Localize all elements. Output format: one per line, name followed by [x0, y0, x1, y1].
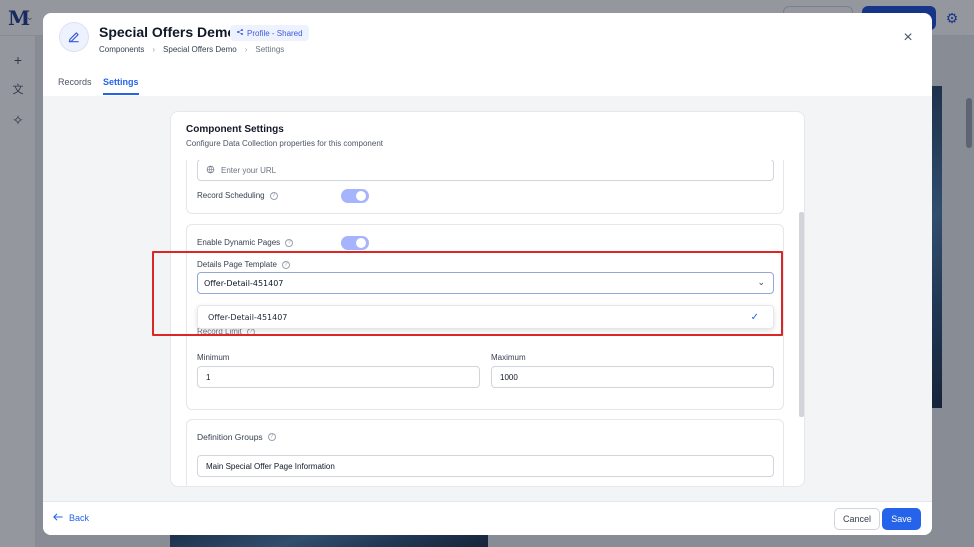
definition-groups-text: Definition Groups	[197, 432, 263, 442]
edit-icon	[59, 22, 89, 52]
dynamic-pages-label: Enable Dynamic Pages ?	[197, 238, 294, 247]
details-template-label: Details Page Template ?	[197, 260, 290, 269]
breadcrumb-item-settings: Settings	[255, 45, 285, 54]
badge-label: Profile - Shared	[247, 28, 303, 38]
help-icon[interactable]: ?	[281, 260, 290, 269]
minimum-label: Minimum	[197, 353, 230, 362]
help-icon[interactable]: ?	[269, 191, 278, 200]
definition-groups-label: Definition Groups ?	[197, 432, 276, 442]
back-label: Back	[69, 513, 90, 523]
definition-groups-section: Definition Groups ? Main Special Offer P…	[186, 419, 784, 486]
dynamic-pages-section: Enable Dynamic Pages ? Details Page Temp…	[186, 224, 784, 410]
chevron-down-icon: ⌄	[757, 278, 765, 288]
card-subtitle: Configure Data Collection properties for…	[186, 139, 383, 148]
dynamic-pages-text: Enable Dynamic Pages	[197, 238, 281, 247]
maximum-input[interactable]: 1000	[491, 366, 774, 388]
save-button[interactable]: Save	[882, 508, 921, 530]
help-icon[interactable]: ?	[267, 433, 276, 441]
settings-scroll-area: Enter your URL Record Scheduling ? Enabl…	[171, 160, 804, 486]
dropdown-option[interactable]: Offer-Detail-451407 ✓	[197, 305, 774, 329]
check-icon: ✓	[750, 312, 759, 323]
breadcrumb: Components › Special Offers Demo › Setti…	[99, 45, 284, 54]
chevron-right-icon: ›	[244, 45, 248, 54]
settings-modal: Special Offers Demo Profile - Shared Com…	[43, 13, 932, 535]
modal-body: Component Settings Configure Data Collec…	[43, 96, 932, 501]
back-button[interactable]: Back	[53, 513, 89, 523]
minimum-input[interactable]: 1	[197, 366, 480, 388]
record-scheduling-label: Record Scheduling ?	[197, 191, 278, 200]
close-icon[interactable]: ×	[901, 30, 915, 46]
toggle-knob	[356, 238, 366, 248]
chevron-right-icon: ›	[152, 45, 156, 54]
share-icon	[236, 28, 244, 38]
record-scheduling-toggle[interactable]	[341, 189, 369, 203]
url-input[interactable]: Enter your URL	[197, 160, 774, 181]
help-icon[interactable]: ?	[285, 238, 294, 247]
details-template-text: Details Page Template	[197, 260, 277, 269]
card-scrollbar[interactable]	[799, 212, 804, 417]
record-scheduling-text: Record Scheduling	[197, 191, 265, 200]
dropdown-option-label: Offer-Detail-451407	[208, 312, 288, 322]
component-settings-card: Component Settings Configure Data Collec…	[170, 111, 805, 487]
modal-footer: Back Cancel Save	[43, 501, 932, 535]
breadcrumb-item-component[interactable]: Special Offers Demo	[163, 45, 237, 54]
details-template-select[interactable]: Offer-Detail-451407 ⌄	[197, 272, 774, 294]
card-title: Component Settings	[186, 124, 284, 135]
scheduling-section: Enter your URL Record Scheduling ?	[186, 160, 784, 214]
url-placeholder: Enter your URL	[221, 165, 277, 175]
details-template-value: Offer-Detail-451407	[204, 278, 284, 288]
tab-settings[interactable]: Settings	[103, 77, 139, 95]
maximum-label: Maximum	[491, 353, 526, 362]
tab-records[interactable]: Records	[58, 77, 92, 93]
toggle-knob	[356, 191, 366, 201]
status-badge: Profile - Shared	[230, 25, 309, 41]
breadcrumb-item-components[interactable]: Components	[99, 45, 144, 54]
globe-icon	[206, 165, 215, 176]
tab-bar: Records Settings	[43, 71, 932, 97]
page-title: Special Offers Demo	[99, 24, 236, 40]
arrow-left-icon	[53, 513, 63, 523]
cancel-button[interactable]: Cancel	[834, 508, 880, 530]
definition-group-input[interactable]: Main Special Offer Page Information	[197, 455, 774, 477]
dynamic-pages-toggle[interactable]	[341, 236, 369, 250]
